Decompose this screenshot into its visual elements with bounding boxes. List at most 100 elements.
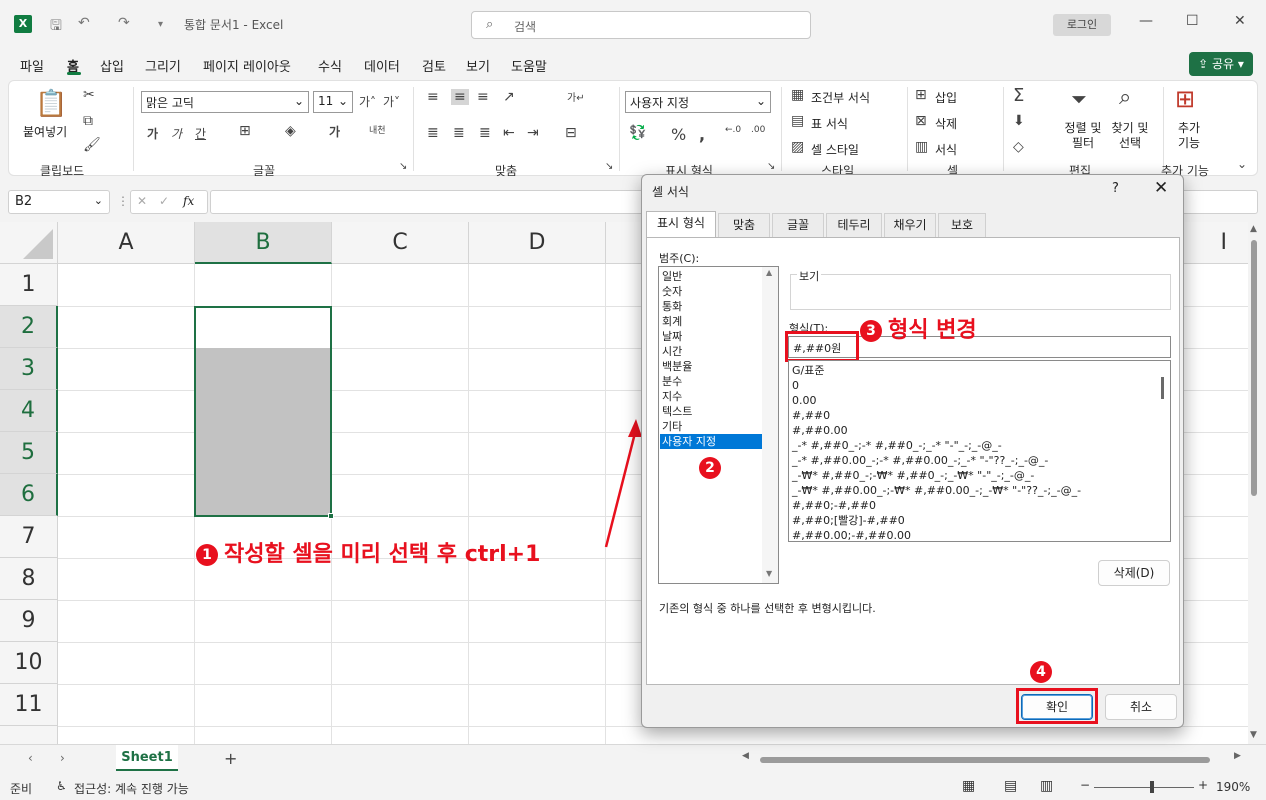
align-center-icon[interactable]: ≣	[453, 125, 465, 141]
format-cells-button[interactable]: 서식	[935, 141, 957, 158]
confirm-entry-icon[interactable]: ✓	[159, 194, 169, 208]
tab-draw[interactable]: 그리기	[145, 56, 181, 75]
row-header-2[interactable]: 2	[0, 306, 58, 348]
font-name-select[interactable]: 맑은 고딕 ⌄	[141, 91, 309, 113]
row-header-4[interactable]: 4	[0, 390, 58, 432]
category-item[interactable]: 텍스트	[660, 404, 762, 419]
row-header-8[interactable]: 8	[0, 558, 58, 600]
row-header-10[interactable]: 10	[0, 642, 58, 684]
underline-icon[interactable]: 간	[195, 125, 206, 142]
normal-view-icon[interactable]: ▦	[962, 778, 975, 794]
column-header-d[interactable]: D	[469, 222, 606, 264]
autosum-icon[interactable]: Σ	[1013, 85, 1024, 106]
sort-filter-icon[interactable]: ⏷	[1071, 87, 1087, 111]
zoom-level[interactable]: 190%	[1216, 780, 1250, 794]
align-middle-icon[interactable]: ≡	[451, 89, 469, 105]
align-left-icon[interactable]: ≣	[427, 125, 439, 141]
login-button[interactable]: 로그인	[1053, 14, 1111, 36]
zoom-out-icon[interactable]: −	[1080, 778, 1090, 792]
decrease-indent-icon[interactable]: ⇤	[503, 125, 515, 141]
scroll-up-icon[interactable]: ▲	[766, 268, 772, 277]
scroll-left-icon[interactable]: ◀	[742, 751, 749, 761]
search-input[interactable]: ⌕ 검색	[471, 11, 811, 39]
next-sheet-icon[interactable]: ›	[60, 751, 65, 765]
column-header-b[interactable]: B	[195, 222, 332, 264]
category-item[interactable]: 통화	[660, 299, 762, 314]
align-right-icon[interactable]: ≣	[479, 125, 491, 141]
redo-icon[interactable]: ↷	[118, 15, 130, 31]
scroll-down-icon[interactable]: ▼	[766, 569, 772, 578]
accessibility-status[interactable]: 접근성: 계속 진행 가능	[74, 780, 189, 797]
save-icon[interactable]: 🖫	[50, 15, 62, 39]
format-item[interactable]: _-₩* #,##0.00_-;-₩* #,##0.00_-;_-₩* "-"?…	[792, 483, 1081, 498]
find-select-icon[interactable]: ⌕	[1119, 85, 1131, 110]
add-sheet-icon[interactable]: +	[224, 749, 237, 768]
table-format-button[interactable]: 표 서식	[811, 115, 848, 132]
tab-number-format[interactable]: 표시 형식	[646, 211, 716, 237]
scroll-up-icon[interactable]: ▲	[1250, 224, 1257, 234]
delete-cells-button[interactable]: 삭제	[935, 115, 957, 132]
row-header-5[interactable]: 5	[0, 432, 58, 474]
page-layout-view-icon[interactable]: ▤	[1004, 778, 1017, 794]
vertical-scroll-thumb[interactable]	[1251, 240, 1257, 496]
cell-style-icon[interactable]: ▨	[791, 139, 804, 155]
column-header-c[interactable]: C	[332, 222, 469, 264]
row-header-1[interactable]: 1	[0, 264, 58, 306]
sheet-tab-sheet1[interactable]: Sheet1	[116, 745, 178, 771]
cut-icon[interactable]: ✂	[83, 87, 95, 103]
cell-style-button[interactable]: 셀 스타일	[811, 141, 859, 158]
paste-button[interactable]: 붙여넣기	[23, 123, 67, 140]
addins-icon[interactable]: ⊞	[1175, 85, 1195, 113]
selected-range[interactable]	[194, 306, 332, 517]
row-header-3[interactable]: 3	[0, 348, 58, 390]
zoom-in-icon[interactable]: +	[1198, 778, 1208, 792]
tab-data[interactable]: 데이터	[364, 56, 400, 75]
share-button[interactable]: ⇪ 공유 ▾	[1189, 52, 1253, 76]
percent-icon[interactable]: %	[671, 125, 686, 144]
page-break-view-icon[interactable]: ▥	[1040, 778, 1053, 794]
row-header-11[interactable]: 11	[0, 684, 58, 726]
category-scrollbar[interactable]: ▲ ▼	[762, 267, 778, 583]
format-list[interactable]: G/표준 0 0.00 #,##0 #,##0.00 _-* #,##0_-;-…	[788, 360, 1171, 542]
find-select-button[interactable]: 찾기 및 선택	[1107, 121, 1153, 151]
tab-insert[interactable]: 삽입	[100, 56, 124, 75]
increase-decimal-icon[interactable]: ←.0	[725, 125, 741, 135]
format-painter-icon[interactable]: 🖌	[83, 137, 101, 153]
format-list-scrollbar[interactable]	[1156, 361, 1170, 541]
orientation-icon[interactable]: ↗	[503, 89, 515, 105]
category-item[interactable]: 숫자	[660, 284, 762, 299]
cancel-entry-icon[interactable]: ✕	[137, 194, 147, 208]
category-item[interactable]: 기타	[660, 419, 762, 434]
font-dialog-launcher-icon[interactable]: ↘	[399, 161, 407, 172]
conditional-format-button[interactable]: 조건부 서식	[811, 89, 870, 106]
table-format-icon[interactable]: ▤	[791, 113, 804, 129]
border-icon[interactable]: ⊞	[239, 123, 251, 139]
format-item[interactable]: _-* #,##0.00_-;-* #,##0.00_-;_-* "-"??_-…	[792, 453, 1048, 468]
horizontal-scroll-thumb[interactable]	[760, 757, 1210, 763]
fill-handle[interactable]	[328, 513, 334, 519]
format-item[interactable]: _-* #,##0_-;-* #,##0_-;_-* "-"_-;_-@_-	[792, 438, 1002, 453]
active-cell-b2[interactable]	[196, 308, 330, 348]
italic-icon[interactable]: 가	[171, 125, 182, 142]
tab-file[interactable]: 파일	[20, 56, 44, 75]
clear-icon[interactable]: ◇	[1013, 139, 1024, 155]
format-cells-icon[interactable]: ▥	[915, 139, 928, 155]
increase-font-icon[interactable]: 가˄	[359, 93, 376, 110]
undo-icon[interactable]: ↶	[78, 15, 90, 31]
number-dialog-launcher-icon[interactable]: ↘	[767, 161, 775, 172]
format-item[interactable]: 0	[792, 378, 799, 393]
delete-format-button[interactable]: 삭제(D)	[1098, 560, 1170, 586]
ribbon-collapse-icon[interactable]: ⌄	[1237, 157, 1247, 171]
insert-cells-button[interactable]: 삽입	[935, 89, 957, 106]
conditional-format-icon[interactable]: ▦	[791, 87, 804, 103]
prev-sheet-icon[interactable]: ‹	[28, 751, 33, 765]
merge-center-icon[interactable]: ⊟	[565, 125, 577, 141]
insert-cells-icon[interactable]: ⊞	[915, 87, 927, 103]
format-item[interactable]: #,##0.00;-#,##0.00	[792, 528, 911, 541]
row-header-12[interactable]	[0, 726, 58, 744]
dialog-close-icon[interactable]: ✕	[1154, 178, 1168, 198]
delete-cells-icon[interactable]: ⊠	[915, 113, 927, 129]
category-list[interactable]: 일반 숫자 통화 회계 날짜 시간 백분율 분수 지수 텍스트 기타 사용자 지…	[658, 266, 779, 584]
category-item-custom[interactable]: 사용자 지정	[660, 434, 762, 449]
category-item[interactable]: 일반	[660, 269, 762, 284]
